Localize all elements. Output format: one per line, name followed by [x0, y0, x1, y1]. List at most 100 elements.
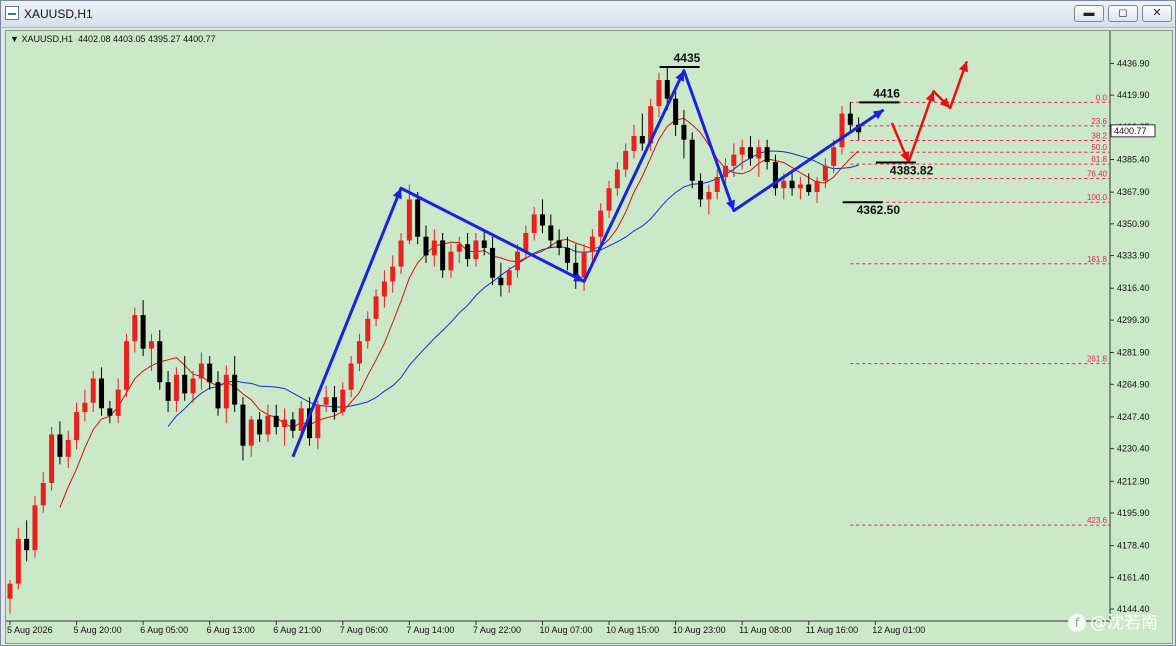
- price-tick-label: 4333.90: [1117, 251, 1150, 261]
- chart-window-icon: [5, 6, 19, 20]
- candle-body: [822, 165, 828, 181]
- fib-level-label: 100.0: [1087, 193, 1108, 202]
- candle-body: [797, 184, 803, 189]
- candle-body: [132, 315, 138, 342]
- price-tick-label: 4178.40: [1117, 541, 1150, 551]
- candle-body: [331, 397, 337, 413]
- projection-arrowhead: [958, 61, 968, 73]
- candle-body: [723, 165, 729, 178]
- candle-body: [515, 251, 521, 271]
- time-tick-label: 10 Aug 07:00: [539, 625, 592, 635]
- candle-body: [232, 374, 238, 405]
- candle-body: [115, 389, 121, 416]
- time-tick-label: 7 Aug 22:00: [473, 625, 521, 635]
- close-button[interactable]: ✕: [1142, 5, 1172, 22]
- fib-level-label: 261.8: [1087, 355, 1108, 364]
- candle-body: [556, 240, 562, 248]
- watermark-logo-icon: f: [1068, 614, 1086, 632]
- candle-body: [74, 412, 80, 441]
- candle-body: [207, 363, 213, 383]
- price-tick-label: 4367.90: [1117, 187, 1150, 197]
- candle-body: [739, 147, 745, 155]
- candle-body: [747, 147, 753, 159]
- candle-body: [539, 214, 545, 226]
- maximize-button[interactable]: ◻: [1108, 5, 1138, 22]
- candle-body: [781, 180, 787, 189]
- candle-body: [248, 419, 254, 446]
- time-tick-label: 10 Aug 15:00: [606, 625, 659, 635]
- candle-body: [623, 150, 629, 170]
- candle-body: [99, 378, 105, 409]
- candle-body: [7, 583, 13, 599]
- ohlc-readout: 4402.08 4403.05 4395.27 4400.77: [77, 34, 216, 44]
- fib-level-label: 0.0: [1096, 93, 1108, 102]
- candle-body: [656, 80, 662, 107]
- price-tick-label: 4316.40: [1117, 283, 1150, 293]
- candle-body: [406, 199, 412, 241]
- candle-body: [689, 139, 695, 181]
- price-tick-label: 4385.40: [1117, 155, 1150, 165]
- time-tick-label: 6 Aug 21:00: [273, 625, 321, 635]
- candle-body: [381, 281, 387, 297]
- candle-body: [290, 419, 296, 431]
- candle-body: [365, 318, 371, 342]
- candle-body: [506, 270, 512, 286]
- time-tick-label: 7 Aug 14:00: [406, 625, 454, 635]
- candle-body: [348, 363, 354, 390]
- price-tick-label: 4230.40: [1117, 444, 1150, 454]
- chart-canvas[interactable]: 4436.904419.904402.854385.404367.904350.…: [6, 31, 1172, 643]
- price-tick-label: 4212.90: [1117, 476, 1150, 486]
- candle-body: [182, 374, 188, 394]
- annotation-label: 4362.50: [857, 203, 901, 217]
- price-tick-label: 4247.40: [1117, 412, 1150, 422]
- candle-body: [481, 240, 487, 248]
- annotation-label: 4383.82: [890, 163, 934, 177]
- chart-symbol: XAUUSD,H1: [21, 34, 73, 44]
- candle-body: [15, 538, 21, 584]
- candle-body: [564, 247, 570, 263]
- candle-body: [398, 240, 404, 267]
- fib-level-label: 161.8: [1087, 255, 1108, 264]
- candle-body: [698, 180, 704, 200]
- time-tick-label: 11 Aug 08:00: [739, 625, 791, 635]
- wave-path: [291, 69, 885, 458]
- candle-body: [831, 147, 837, 166]
- price-tick-label: 4350.90: [1117, 219, 1150, 229]
- candle-body: [49, 434, 55, 483]
- window-title-bar: XAUUSD,H1 ▬ ◻ ✕: [1, 1, 1175, 28]
- candle-body: [764, 147, 770, 163]
- candle-body: [531, 214, 537, 233]
- candle-body: [523, 233, 529, 252]
- time-tick-label: 12 Aug 01:00: [872, 625, 925, 635]
- time-tick-label: 11 Aug 16:00: [806, 625, 858, 635]
- candle-body: [273, 415, 279, 427]
- annotation-label: 4435: [674, 51, 701, 65]
- candle-body: [714, 177, 720, 192]
- candle-body: [548, 225, 554, 241]
- candle-body: [598, 210, 604, 237]
- candle-body: [415, 199, 421, 237]
- last-price-label: 4400.77: [1114, 126, 1147, 136]
- candle-body: [681, 124, 687, 140]
- time-tick-label: 6 Aug 13:00: [207, 625, 255, 635]
- candle-body: [473, 240, 479, 260]
- fib-level-label: 423.6: [1087, 516, 1108, 525]
- minimize-button[interactable]: ▬: [1074, 5, 1104, 22]
- candle-body: [789, 180, 795, 189]
- fib-level-label: 38.2: [1091, 131, 1107, 140]
- candle-body: [639, 136, 645, 144]
- price-tick-label: 4195.90: [1117, 508, 1150, 518]
- terminal-window: XAUUSD,H1 ▬ ◻ ✕ 4436.904419.904402.85438…: [0, 0, 1176, 646]
- price-chart[interactable]: 4436.904419.904402.854385.404367.904350.…: [5, 30, 1173, 644]
- candle-body: [240, 404, 246, 446]
- time-tick-label: 5 Aug 20:00: [74, 625, 122, 635]
- candle-body: [456, 244, 462, 252]
- collapse-marker-icon[interactable]: ▼: [10, 34, 19, 44]
- price-tick-label: 4299.30: [1117, 315, 1150, 325]
- candle-body: [148, 341, 154, 349]
- fib-level-label: 61.8: [1091, 155, 1107, 164]
- chart-header: ▼ XAUUSD,H1 4402.08 4403.05 4395.27 4400…: [10, 34, 216, 44]
- time-tick-label: 5 Aug 2026: [7, 625, 53, 635]
- candle-body: [614, 169, 620, 189]
- window-title: XAUUSD,H1: [24, 7, 93, 21]
